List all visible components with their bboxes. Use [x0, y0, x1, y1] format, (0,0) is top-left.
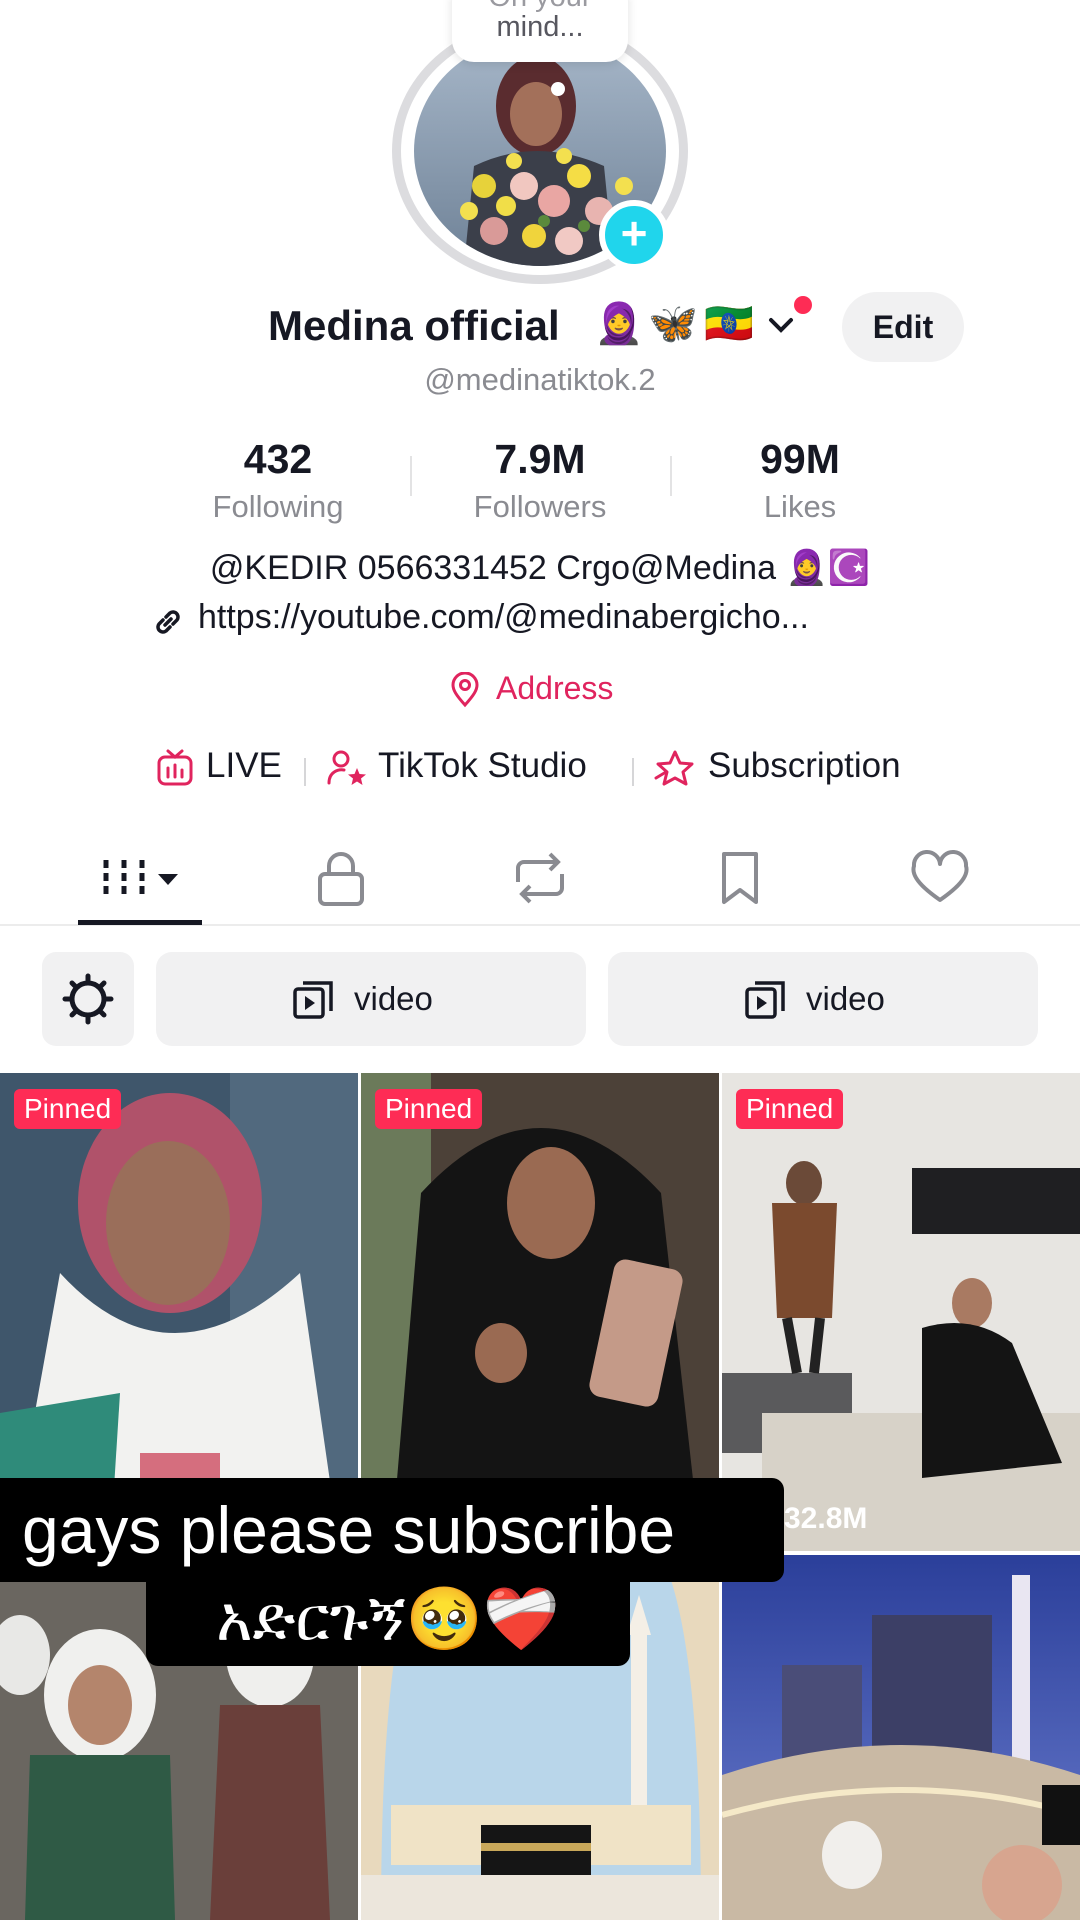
stat-following[interactable]: 432 Following	[168, 436, 388, 525]
bio-link-text: https://youtube.com/@medinabergicho...	[198, 598, 809, 636]
tiktok-studio-label: TikTok Studio	[378, 746, 587, 785]
live-label: LIVE	[206, 746, 282, 785]
notification-dot	[794, 296, 812, 314]
location-pin-icon	[451, 672, 479, 708]
chevron-down-icon[interactable]	[766, 310, 796, 340]
stat-label: Followers	[473, 489, 607, 524]
stat-label: Likes	[763, 489, 837, 524]
pinned-badge: Pinned	[375, 1089, 483, 1129]
user-star-icon	[327, 750, 366, 785]
add-story-button[interactable]: +	[599, 200, 669, 270]
tab-reposts[interactable]	[500, 846, 580, 910]
username-handle: @medinatiktok.2	[424, 362, 656, 397]
profile-stats: 432 Following 7.9M Followers 99M Likes	[0, 436, 1080, 526]
video-thumbnail[interactable]	[722, 1555, 1080, 1920]
tab-private[interactable]	[300, 846, 380, 910]
stat-value: 7.9M	[494, 436, 586, 482]
video-collection-icon	[293, 981, 333, 1019]
view-count: 32.8M	[784, 1502, 868, 1535]
link-icon	[156, 610, 180, 634]
ethiopia-flag-emoji: 🇪🇹	[704, 302, 754, 346]
pinned-badge: Pinned	[736, 1089, 844, 1129]
stat-value: 432	[243, 436, 313, 482]
lock-icon	[318, 852, 364, 906]
stat-likes[interactable]: 99M Likes	[690, 436, 910, 525]
caption-line-2: አድርጉኝ🥹❤️‍🩹	[146, 1574, 630, 1666]
filter-row: video video	[0, 952, 1080, 1046]
stat-value: 99M	[760, 436, 840, 482]
gear-icon	[62, 973, 114, 1025]
note-line2: mind...	[496, 11, 584, 43]
grid-icon	[103, 860, 178, 894]
quick-divider	[632, 758, 634, 786]
butterfly-emoji: 🦋	[648, 302, 698, 346]
stat-label: Following	[212, 489, 344, 524]
subscription-label: Subscription	[708, 746, 901, 785]
repost-icon	[516, 852, 564, 904]
stat-followers[interactable]: 7.9M Followers	[430, 436, 650, 525]
edit-profile-button[interactable]: Edit	[842, 292, 964, 362]
pinned-badge: Pinned	[14, 1089, 122, 1129]
quick-divider	[304, 758, 306, 786]
star-badge-icon	[654, 750, 694, 786]
bookmark-icon	[722, 852, 758, 904]
display-name: Medina official	[268, 302, 560, 349]
heart-icon	[911, 850, 969, 902]
filter-settings-button[interactable]	[42, 952, 134, 1046]
tab-videos[interactable]	[100, 846, 190, 910]
bio-link[interactable]: https://youtube.com/@medinabergicho...	[150, 598, 950, 644]
filter-chip-label: video	[354, 980, 433, 1017]
bio-text: @KEDIR 0566331452 Crgo@Medina 🧕☪️	[209, 549, 871, 587]
profile-tabs	[0, 836, 1080, 926]
name-row: Medina official 🧕 🦋 🇪🇹 Edit	[0, 292, 1080, 362]
stat-divider	[410, 456, 412, 496]
filter-chip-label: video	[806, 980, 885, 1017]
tab-liked[interactable]	[900, 846, 980, 910]
video-collection-icon	[745, 981, 785, 1019]
tab-saved[interactable]	[700, 846, 780, 910]
address-label: Address	[496, 670, 614, 706]
stat-divider	[670, 456, 672, 496]
note-bubble[interactable]: On your mind...	[452, 0, 628, 62]
filter-chip-video-2[interactable]: video	[608, 952, 1038, 1046]
hijab-emoji: 🧕	[594, 302, 644, 346]
caption-line-1: gays please subscribe	[0, 1478, 784, 1582]
note-pointer-dot	[551, 82, 565, 96]
active-tab-indicator	[78, 920, 202, 925]
filter-chip-video[interactable]: video	[156, 952, 586, 1046]
tv-icon	[157, 749, 193, 786]
quick-links: LIVE TikTok Studio Subscription	[0, 744, 1080, 794]
